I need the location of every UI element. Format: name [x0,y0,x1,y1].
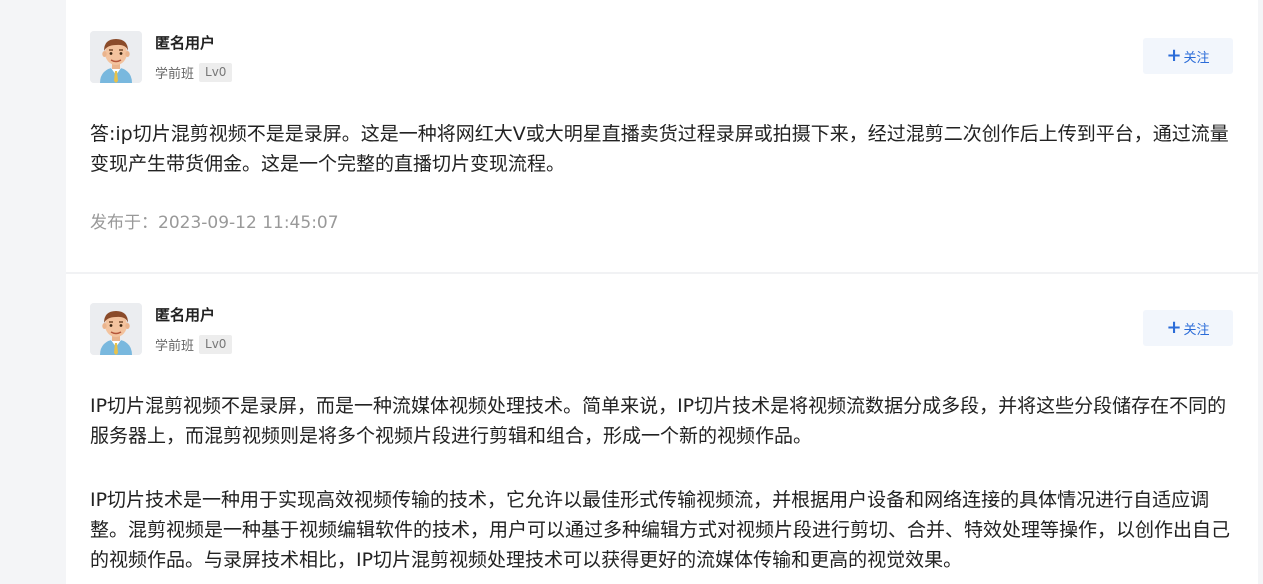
follow-button[interactable]: + 关注 [1143,310,1233,346]
answers-panel: 匿名用户 学前班 Lv0 + 关注 答:ip切片混剪视频不是是录屏。这是一种将网… [66,0,1258,584]
user-avatar-icon [90,303,142,355]
level-badge: Lv0 [199,335,233,354]
avatar[interactable] [90,303,142,355]
answer-text: 答:ip切片混剪视频不是是录屏。这是一种将网红大V或大明星直播卖货过程录屏或拍摄… [90,123,1229,175]
user-meta: 学前班 Lv0 [155,335,233,354]
user-title: 学前班 [155,67,195,82]
user-meta: 学前班 Lv0 [155,63,233,82]
plus-icon: + [1166,317,1182,338]
user-avatar-icon [90,31,142,83]
plus-icon: + [1166,45,1182,66]
user-name[interactable]: 匿名用户 [155,305,215,325]
follow-label: 关注 [1183,322,1210,338]
user-title: 学前班 [155,339,195,354]
user-name[interactable]: 匿名用户 [155,33,215,53]
answer-text: IP切片混剪视频不是录屏，而是一种流媒体视频处理技术。简单来说，IP切片技术是将… [90,395,1227,447]
level-badge: Lv0 [199,63,233,82]
follow-label: 关注 [1183,50,1210,66]
publish-time: 发布于：2023-09-12 11:45:07 [90,213,339,233]
answer-card: 匿名用户 学前班 Lv0 + 关注 答:ip切片混剪视频不是是录屏。这是一种将网… [66,0,1258,274]
answer-text: IP切片技术是一种用于实现高效视频传输的技术，它允许以最佳形式传输视频流，并根据… [90,489,1231,571]
avatar[interactable] [90,31,142,83]
follow-button[interactable]: + 关注 [1143,38,1233,74]
answer-card: 匿名用户 学前班 Lv0 + 关注 IP切片混剪视频不是录屏，而是一种流媒体视频… [66,274,1258,584]
